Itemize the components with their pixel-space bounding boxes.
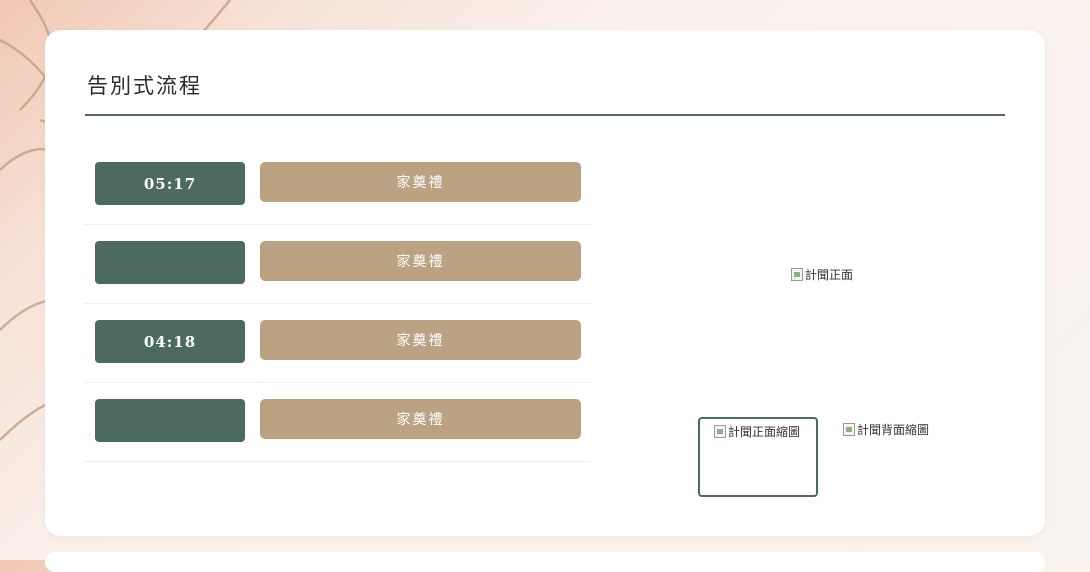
time-badge: 05:17	[95, 162, 245, 205]
ceremony-item-button[interactable]: 家奠禮	[260, 320, 581, 360]
ceremony-item-button[interactable]: 家奠禮	[260, 241, 581, 281]
thumbnail-back[interactable]: 計聞背面縮圖	[843, 421, 929, 438]
schedule-list: 05:17 家奠禮 家奠禮 04:18 家奠禮 家奠禮	[85, 146, 591, 462]
ceremony-item-button[interactable]: 家奠禮	[260, 162, 581, 202]
broken-image-icon	[714, 425, 726, 438]
main-image-alt: 計聞正面	[805, 268, 854, 282]
thumbnail-alt: 計聞背面縮圖	[857, 423, 930, 437]
thumbnail-alt: 計聞正面縮圖	[728, 425, 801, 439]
ceremony-card: 告別式流程 05:17 家奠禮 家奠禮 04:18 家奠禮 家奠禮 計聞正面 計…	[45, 30, 1045, 536]
schedule-row: 04:18 家奠禮	[85, 304, 591, 383]
broken-image-icon	[843, 423, 855, 436]
section-title: 告別式流程	[87, 74, 202, 98]
schedule-row: 家奠禮	[85, 383, 591, 462]
thumbnail-front[interactable]: 計聞正面縮圖	[698, 417, 818, 497]
schedule-row: 家奠禮	[85, 225, 591, 304]
ceremony-item-button[interactable]: 家奠禮	[260, 399, 581, 439]
time-badge	[95, 241, 245, 284]
obituary-main-image: 計聞正面	[791, 266, 853, 283]
time-badge: 04:18	[95, 320, 245, 363]
time-badge	[95, 399, 245, 442]
broken-image-icon	[791, 268, 803, 281]
schedule-row: 05:17 家奠禮	[85, 146, 591, 225]
title-divider	[85, 114, 1005, 116]
next-card	[45, 552, 1045, 572]
